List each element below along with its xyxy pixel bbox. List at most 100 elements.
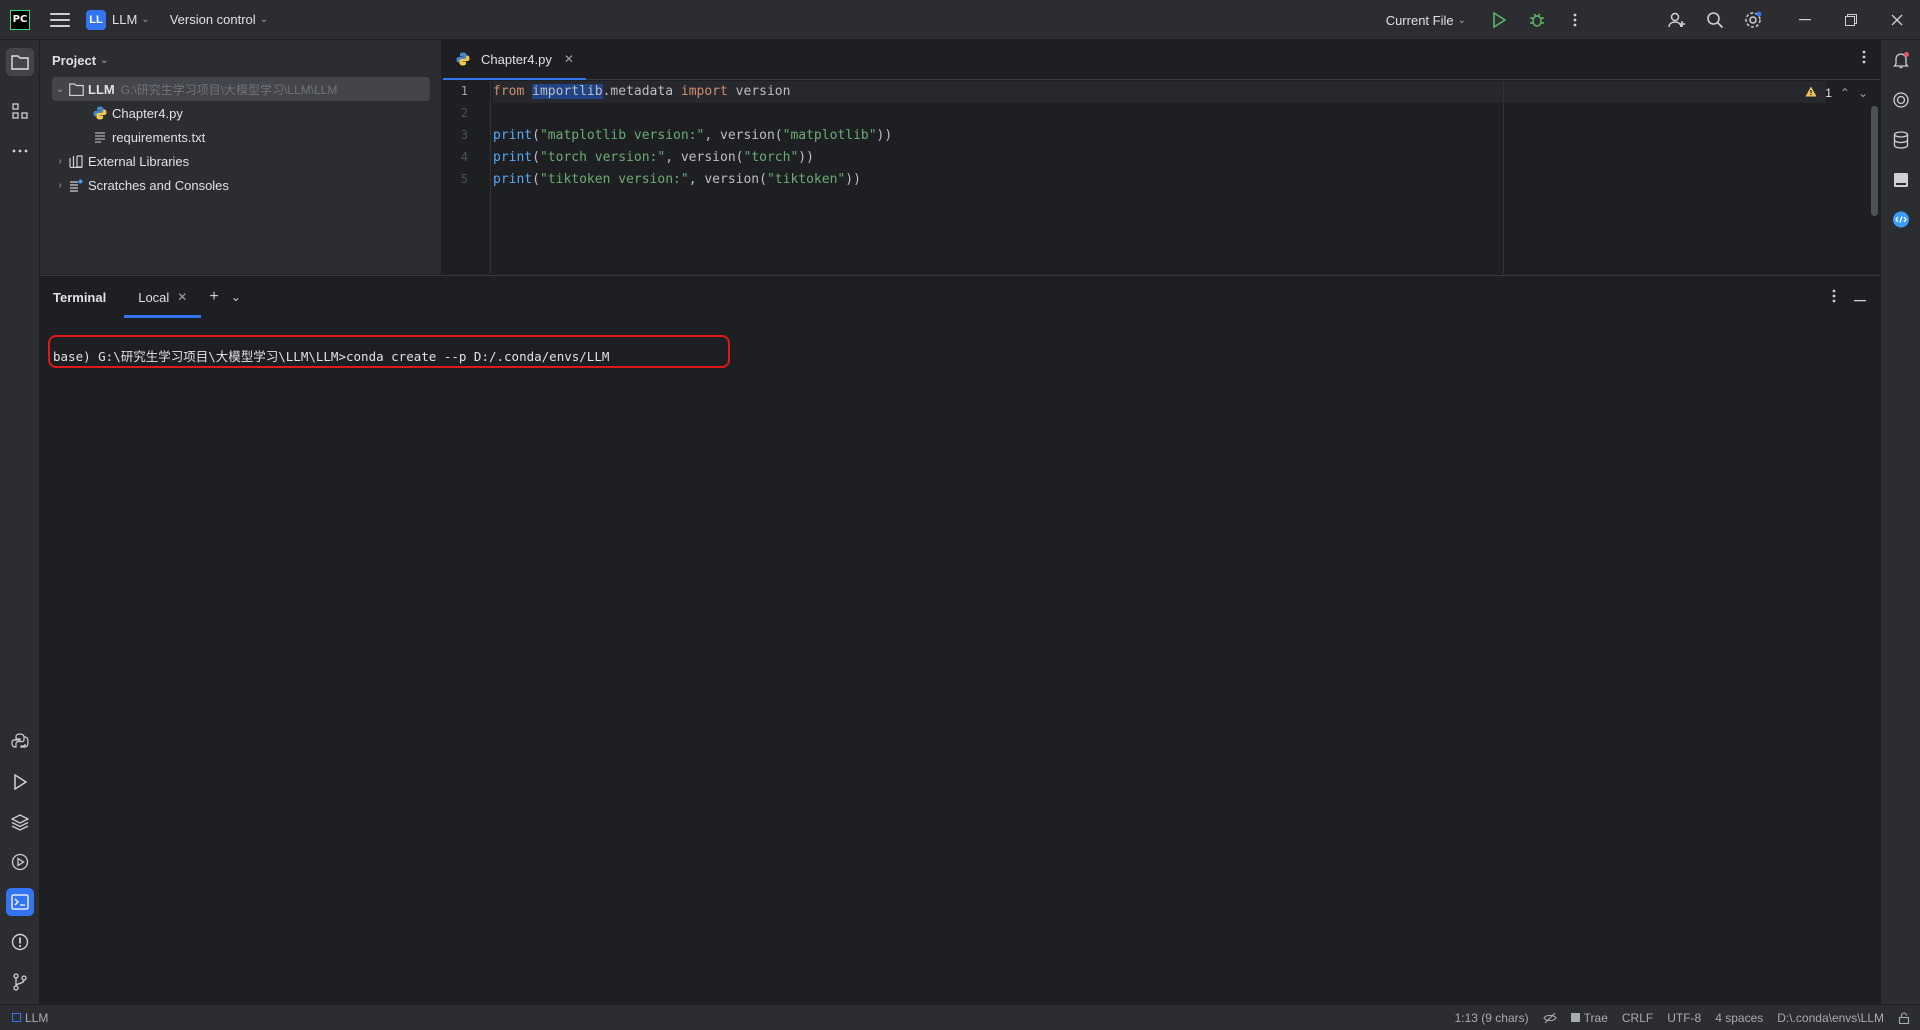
minimize-icon[interactable] <box>1782 0 1828 40</box>
notifications-icon[interactable] <box>1887 46 1915 74</box>
lock-icon[interactable] <box>1898 1011 1910 1024</box>
folder-icon[interactable] <box>6 48 34 76</box>
tree-item-scratches[interactable]: › Scratches and Consoles <box>52 173 229 197</box>
run-tool-icon[interactable] <box>6 768 34 796</box>
code-editor[interactable]: from importlib.metadata import version p… <box>493 81 1880 274</box>
code-token: print <box>493 128 533 143</box>
tree-item-external-libraries[interactable]: › External Libraries <box>52 149 189 173</box>
problems-icon[interactable] <box>6 928 34 956</box>
chat-icon[interactable] <box>1887 206 1915 234</box>
project-panel-header[interactable]: Project ⌄ <box>40 40 441 80</box>
vcs-label: Version control <box>169 12 256 27</box>
code-token: "tiktoken version:" <box>539 172 689 187</box>
more-vert-icon[interactable] <box>1562 7 1588 33</box>
editor-area: Chapter4.py ✕ 1 2 3 4 5 from importlib.m… <box>443 40 1880 274</box>
terminal-icon[interactable] <box>6 888 34 916</box>
code-token: , version( <box>704 128 783 143</box>
layers-icon[interactable] <box>6 808 34 836</box>
more-vert-icon[interactable] <box>1832 289 1836 306</box>
terminal-tab-label: Local <box>138 289 170 305</box>
project-name: LLM <box>112 12 138 27</box>
services-icon[interactable] <box>6 848 34 876</box>
bookmark-icon[interactable] <box>1887 166 1915 194</box>
chevron-down-icon: ⌄ <box>141 14 150 25</box>
close-icon[interactable]: ✕ <box>177 290 187 304</box>
left-tool-strip <box>0 40 40 1004</box>
project-square-icon <box>12 1011 21 1025</box>
status-caret-position[interactable]: 1:13 (9 chars) <box>1455 1011 1529 1025</box>
tab-chapter4[interactable]: Chapter4.py ✕ <box>443 39 586 80</box>
status-project[interactable]: LLM <box>12 1011 48 1025</box>
line-number: 5 <box>460 172 468 186</box>
python-file-icon <box>455 51 471 67</box>
settings-icon[interactable] <box>1740 7 1766 33</box>
chevron-up-icon[interactable]: ⌃ <box>1840 86 1850 100</box>
project-badge[interactable]: LL <box>86 9 106 30</box>
chevron-right-icon[interactable]: › <box>52 180 68 191</box>
tab-terminal-local[interactable]: Local ✕ <box>124 276 202 318</box>
status-trae-label: Trae <box>1583 1010 1608 1025</box>
code-token: ( <box>532 128 540 143</box>
restore-icon[interactable] <box>1828 0 1874 40</box>
run-config-selector[interactable]: Current File ⌄ <box>1386 13 1466 28</box>
debug-icon[interactable] <box>1524 7 1550 33</box>
chevron-down-icon[interactable]: ⌄ <box>1858 86 1868 100</box>
annotation-highlight-box <box>48 335 730 368</box>
close-icon[interactable] <box>1874 0 1920 40</box>
chevron-down-icon: ⌄ <box>100 54 109 66</box>
right-tool-strip <box>1880 40 1920 1004</box>
editor-scrollbar[interactable] <box>1871 106 1878 216</box>
line-number-gutter: 1 2 3 4 5 <box>443 81 491 274</box>
tree-item-chapter4[interactable]: Chapter4.py <box>92 101 183 125</box>
project-switcher[interactable]: LLM ⌄ <box>112 12 150 27</box>
search-icon[interactable] <box>1702 7 1728 33</box>
tree-item-label: Chapter4.py <box>112 105 183 121</box>
run-icon[interactable] <box>1486 7 1512 33</box>
python-file-icon <box>92 105 108 121</box>
terminal-header: Terminal Local ✕ + ⌄ <box>40 276 1880 318</box>
code-token: )) <box>845 172 861 187</box>
structure-icon[interactable] <box>6 97 34 125</box>
code-token: , version( <box>688 172 767 187</box>
tree-item-label: External Libraries <box>88 153 190 169</box>
line-number: 2 <box>460 106 468 120</box>
python-console-icon[interactable] <box>6 728 34 756</box>
project-panel: Project ⌄ ⌄ LLM G:\研究生学习项目\大模型学习\LLM\LLM… <box>40 40 442 274</box>
code-token: )) <box>798 150 814 165</box>
status-indent[interactable]: 4 spaces <box>1715 1011 1763 1025</box>
code-line: print("tiktoken version:", version("tikt… <box>493 169 861 191</box>
code-token: .metadata <box>602 84 681 99</box>
close-icon[interactable]: ✕ <box>564 52 574 66</box>
tree-item-llm[interactable]: ⌄ LLM G:\研究生学习项目\大模型学习\LLM\LLM <box>52 77 430 101</box>
more-horiz-icon[interactable] <box>6 137 34 165</box>
inspection-widget[interactable]: 1 ⌃ ⌄ <box>1805 86 1868 100</box>
minimize-icon[interactable] <box>1854 290 1866 305</box>
chevron-down-icon[interactable]: ⌄ <box>231 290 241 304</box>
chevron-down-icon: ⌄ <box>259 14 269 25</box>
code-token: ( <box>532 150 540 165</box>
status-encoding[interactable]: UTF-8 <box>1667 1011 1701 1025</box>
library-icon <box>68 153 84 169</box>
git-icon[interactable] <box>6 968 34 996</box>
status-trae[interactable]: Trae <box>1570 1010 1608 1025</box>
status-line-separator[interactable]: CRLF <box>1622 1011 1653 1025</box>
tree-item-requirements[interactable]: requirements.txt <box>92 125 205 149</box>
version-control-menu[interactable]: Version control ⌄ <box>170 12 268 27</box>
code-token: import <box>680 84 728 99</box>
code-token-selected: importlib <box>532 84 603 99</box>
project-panel-title: Project <box>52 52 97 68</box>
warning-count: 1 <box>1825 86 1832 100</box>
chevron-right-icon[interactable]: › <box>52 156 68 167</box>
hamburger-icon[interactable] <box>50 10 70 30</box>
code-token: "torch version:" <box>539 150 666 165</box>
status-interpreter[interactable]: D:\.conda\envs\LLM <box>1777 1011 1884 1025</box>
database-icon[interactable] <box>1887 126 1915 154</box>
plus-icon[interactable]: + <box>209 288 218 306</box>
more-vert-icon[interactable] <box>1862 50 1866 67</box>
right-margin-guide <box>1503 81 1504 274</box>
code-token: "torch" <box>743 150 799 165</box>
chevron-down-icon[interactable]: ⌄ <box>52 84 68 95</box>
add-user-icon[interactable] <box>1664 7 1690 33</box>
eye-off-icon[interactable] <box>1543 1012 1557 1024</box>
ai-assistant-icon[interactable] <box>1887 86 1915 114</box>
